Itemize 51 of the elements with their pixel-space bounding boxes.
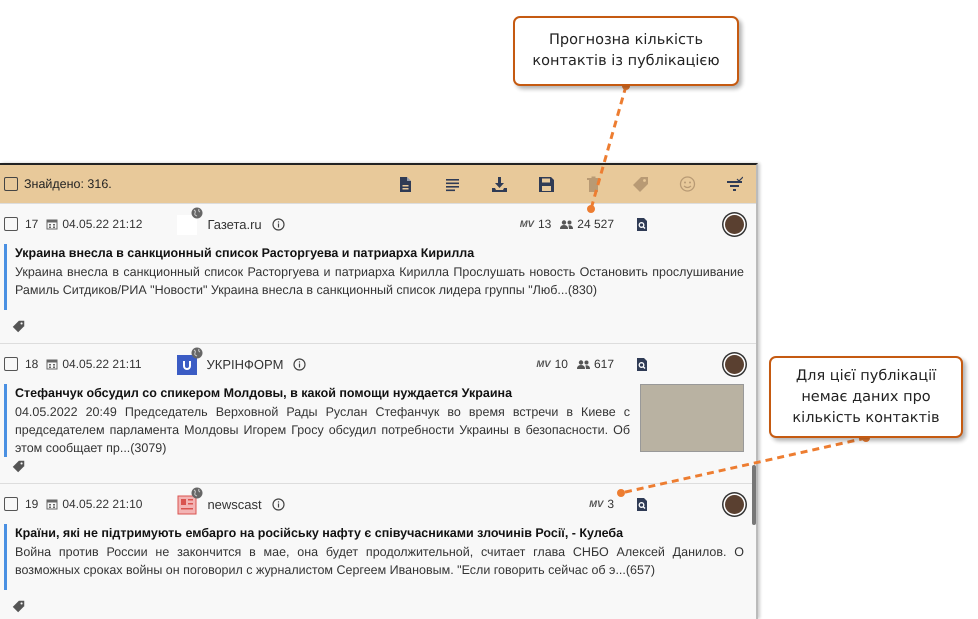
article-title[interactable]: Країни, які не підтримують ембарго на російську нафту є співучасниками злочинів Росії, - Кулеба [15, 524, 744, 543]
info-icon[interactable] [272, 218, 285, 230]
article-snippet: 04.05.2022 20:49 Председатель Верховной Рады Руслан Стефанчук во время встречи в Киеве с председателем парламента Молдовы Игорем Гросу обсудил потребности Украины в безопасности. Об этом сообщает пр...(3079) [15, 404, 630, 457]
publication-date: 04.05.22 21:10 [62, 497, 142, 511]
calendar-icon [46, 498, 58, 510]
avatar[interactable] [725, 354, 744, 374]
tag-icon[interactable] [12, 320, 25, 333]
info-icon[interactable] [272, 498, 285, 510]
calendar-icon [46, 218, 58, 230]
source-name[interactable]: Газета.ru [207, 216, 262, 232]
people-icon [576, 360, 590, 368]
row-checkbox[interactable] [4, 357, 18, 371]
article-snippet: Украина внесла в санкционный список Расторгуева и патриарха Кирилла Прослушать новость Остановить прослушивание Рамиль Ситдиков/РИА "Новости" Украина внесла в санкционный список лидера группы "Люб...(830) [15, 264, 744, 299]
source-name[interactable]: УКРІНФОРМ [206, 356, 284, 372]
select-all-checkbox[interactable] [4, 177, 18, 191]
avatar[interactable] [725, 214, 744, 234]
article-snippet: Война против России не закончится в мае, она будет продолжительной, считает глава СНБО Алексей Данилов. О возможных сроках войны он поговорил с журналистом Сергеем Ивановым. "Если говорить сейчас об э...(657) [15, 544, 744, 579]
article-title[interactable]: Украина внесла в санкционный список Расторгуева и патриарха Кирилла [15, 244, 744, 263]
contacts-count: 617 [594, 357, 614, 371]
mv-label: MV [536, 358, 551, 370]
item-number: 18 [25, 357, 38, 371]
calendar-icon [46, 358, 58, 370]
mv-label: MV [520, 218, 534, 230]
globe-icon [191, 207, 204, 219]
preview-icon[interactable] [636, 498, 648, 510]
scrollbar-thumb[interactable] [752, 465, 756, 525]
mv-label: MV [589, 498, 604, 510]
mv-count: 10 [554, 357, 568, 371]
info-icon[interactable] [293, 358, 306, 370]
globe-icon [191, 487, 204, 499]
row-checkbox[interactable] [4, 217, 18, 231]
callout-text: Для цієї публікації немає даних про кількість контактів [791, 366, 941, 428]
mv-count: 13 [538, 217, 552, 231]
item-number: 19 [25, 497, 38, 511]
publication-date: 04.05.22 21:12 [62, 217, 142, 231]
callout-text: Прогнозна кількість контактів із публікацією [531, 31, 721, 71]
item-number: 17 [25, 217, 38, 231]
preview-icon[interactable] [636, 358, 648, 370]
mv-count: 3 [607, 497, 614, 511]
avatar[interactable] [725, 494, 744, 514]
found-count: Знайдено: 316. [24, 177, 113, 191]
people-icon [560, 220, 574, 228]
tag-icon[interactable] [12, 600, 25, 613]
globe-icon [190, 347, 203, 359]
contacts-count: 24 527 [577, 217, 614, 231]
publication-date: 04.05.22 21:11 [62, 357, 142, 371]
source-name[interactable]: newscast [207, 496, 262, 512]
article-title[interactable]: Стефанчук обсудил со спикером Молдовы, в какой помощи нуждается Украина [15, 384, 630, 403]
row-checkbox[interactable] [4, 497, 18, 511]
tag-icon[interactable] [12, 460, 25, 473]
preview-icon[interactable] [636, 218, 648, 230]
